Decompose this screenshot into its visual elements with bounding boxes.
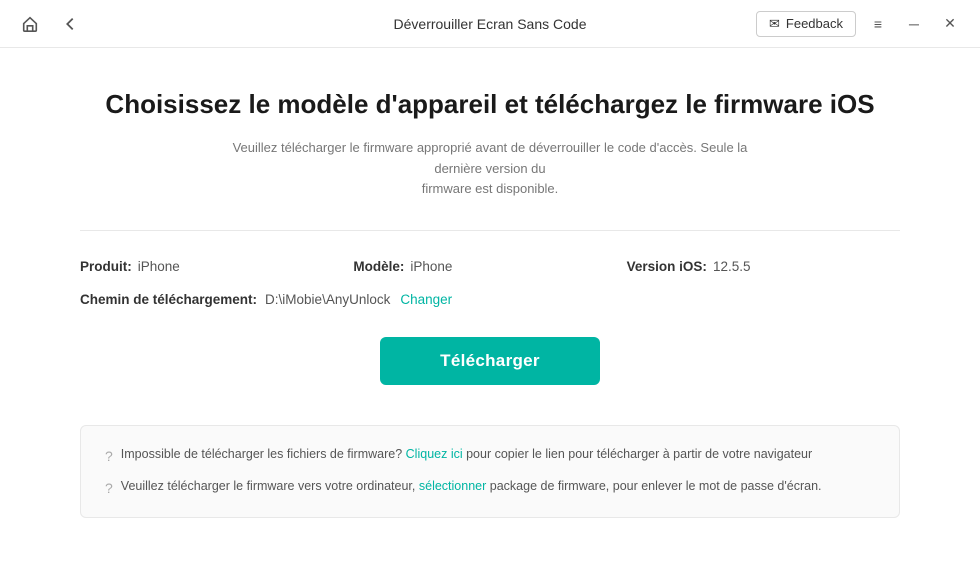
mail-icon: ✉ xyxy=(769,16,780,32)
change-path-link[interactable]: Changer xyxy=(400,292,452,307)
help-text-1: Impossible de télécharger les fichiers d… xyxy=(121,444,812,464)
minimize-button[interactable]: ─ xyxy=(900,10,928,38)
ios-version-item: Version iOS: 12.5.5 xyxy=(627,259,900,274)
page-subtitle: Veuillez télécharger le firmware appropr… xyxy=(210,138,770,200)
product-label: Produit: xyxy=(80,259,132,274)
model-label: Modèle: xyxy=(353,259,404,274)
titlebar: Déverrouiller Ecran Sans Code ✉ Feedback… xyxy=(0,0,980,48)
product-info-row: Produit: iPhone Modèle: iPhone Version i… xyxy=(80,259,900,274)
product-item: Produit: iPhone xyxy=(80,259,353,274)
ios-version-value: 12.5.5 xyxy=(713,259,751,274)
ios-version-label: Version iOS: xyxy=(627,259,707,274)
titlebar-left xyxy=(16,10,84,38)
model-value: iPhone xyxy=(410,259,452,274)
back-icon[interactable] xyxy=(56,10,84,38)
main-content: Choisissez le modèle d'appareil et téléc… xyxy=(0,48,980,548)
help-section: ? Impossible de télécharger les fichiers… xyxy=(80,425,900,518)
titlebar-right: ✉ Feedback ≡ ─ ✕ xyxy=(756,10,964,38)
page-title: Choisissez le modèle d'appareil et téléc… xyxy=(105,88,874,122)
menu-button[interactable]: ≡ xyxy=(864,10,892,38)
app-title: Déverrouiller Ecran Sans Code xyxy=(394,16,587,32)
path-label: Chemin de téléchargement: xyxy=(80,292,257,307)
help-text-2: Veuillez télécharger le firmware vers vo… xyxy=(121,476,822,496)
feedback-button[interactable]: ✉ Feedback xyxy=(756,11,856,37)
path-value: D:\iMobie\AnyUnlock xyxy=(265,292,390,307)
product-value: iPhone xyxy=(138,259,180,274)
divider xyxy=(80,230,900,231)
close-button[interactable]: ✕ xyxy=(936,10,964,38)
download-path-row: Chemin de téléchargement: D:\iMobie\AnyU… xyxy=(80,292,900,307)
help-icon-1: ? xyxy=(105,445,113,467)
home-icon[interactable] xyxy=(16,10,44,38)
select-link[interactable]: sélectionner xyxy=(419,479,486,493)
help-item-1: ? Impossible de télécharger les fichiers… xyxy=(105,444,875,467)
click-here-link[interactable]: Cliquez ici xyxy=(406,447,463,461)
help-icon-2: ? xyxy=(105,477,113,499)
help-item-2: ? Veuillez télécharger le firmware vers … xyxy=(105,476,875,499)
download-button[interactable]: Télécharger xyxy=(380,337,600,385)
model-item: Modèle: iPhone xyxy=(353,259,626,274)
